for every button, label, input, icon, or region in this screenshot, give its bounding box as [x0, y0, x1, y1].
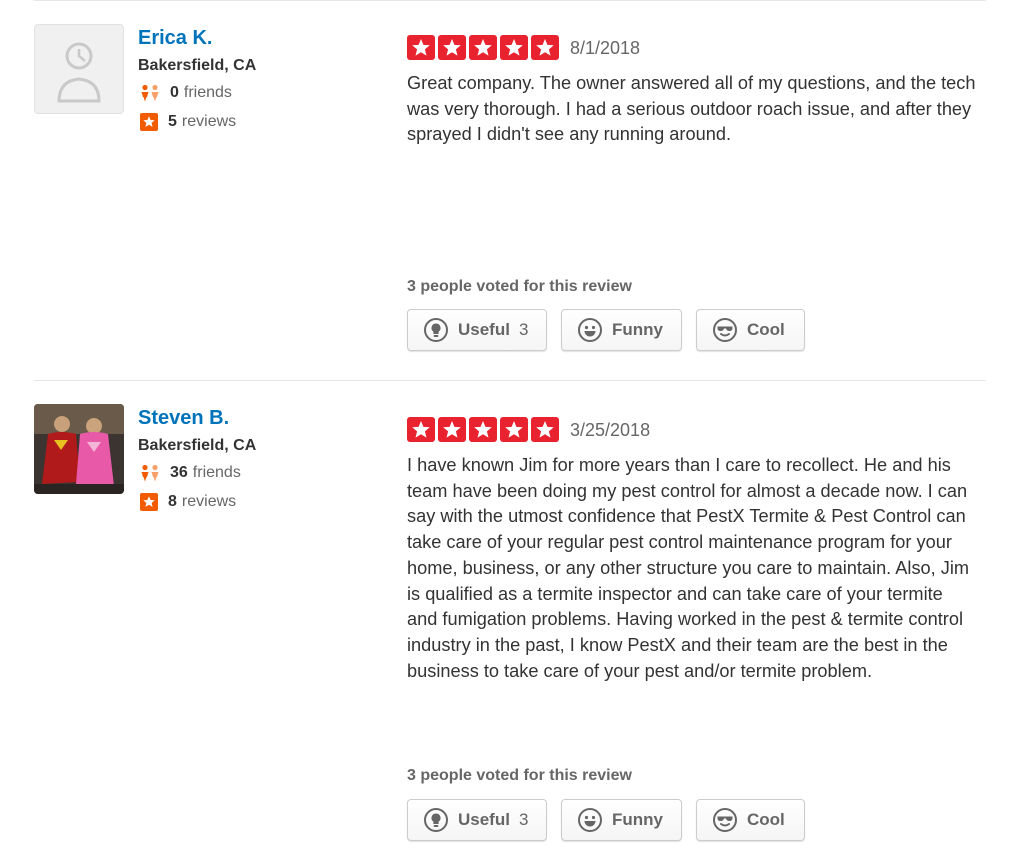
avatar[interactable] — [34, 404, 124, 494]
funny-button[interactable]: Funny — [561, 799, 682, 841]
review-star-badge-icon — [140, 493, 158, 511]
useful-button[interactable]: Useful 3 — [407, 799, 547, 841]
star-icon — [407, 417, 435, 442]
star-rating — [407, 417, 559, 442]
friends-count-row: 36 friends — [140, 464, 241, 482]
useful-label: Useful — [458, 810, 510, 829]
star-icon — [500, 417, 528, 442]
friends-icon — [141, 464, 159, 482]
reviewer-name[interactable]: Steven B. — [138, 407, 229, 430]
funny-label: Funny — [612, 810, 663, 829]
reviews-label: reviews — [181, 493, 237, 510]
review-item: Steven B. Bakersfield, CA 36 friends 8 r… — [0, 0, 1024, 857]
friends-label: friends — [192, 464, 241, 481]
votes-summary: 3 people voted for this review — [407, 767, 632, 784]
star-icon — [438, 417, 466, 442]
cool-button[interactable]: Cool — [696, 799, 805, 841]
funny-face-icon — [578, 808, 602, 832]
cool-label: Cool — [747, 810, 785, 829]
reviewer-location: Bakersfield, CA — [138, 437, 257, 454]
star-icon — [469, 417, 497, 442]
review-text: I have known Jim for more years than I c… — [407, 455, 970, 681]
user-photo — [34, 404, 124, 494]
lightbulb-icon — [424, 808, 448, 832]
star-icon — [531, 417, 559, 442]
reviews-count: 8 — [168, 493, 177, 510]
sunglasses-face-icon — [713, 808, 737, 832]
useful-count: 3 — [518, 810, 529, 829]
review-date: 3/25/2018 — [570, 420, 651, 440]
friends-count: 36 — [170, 464, 188, 481]
reviews-count-row: 8 reviews — [140, 493, 236, 511]
